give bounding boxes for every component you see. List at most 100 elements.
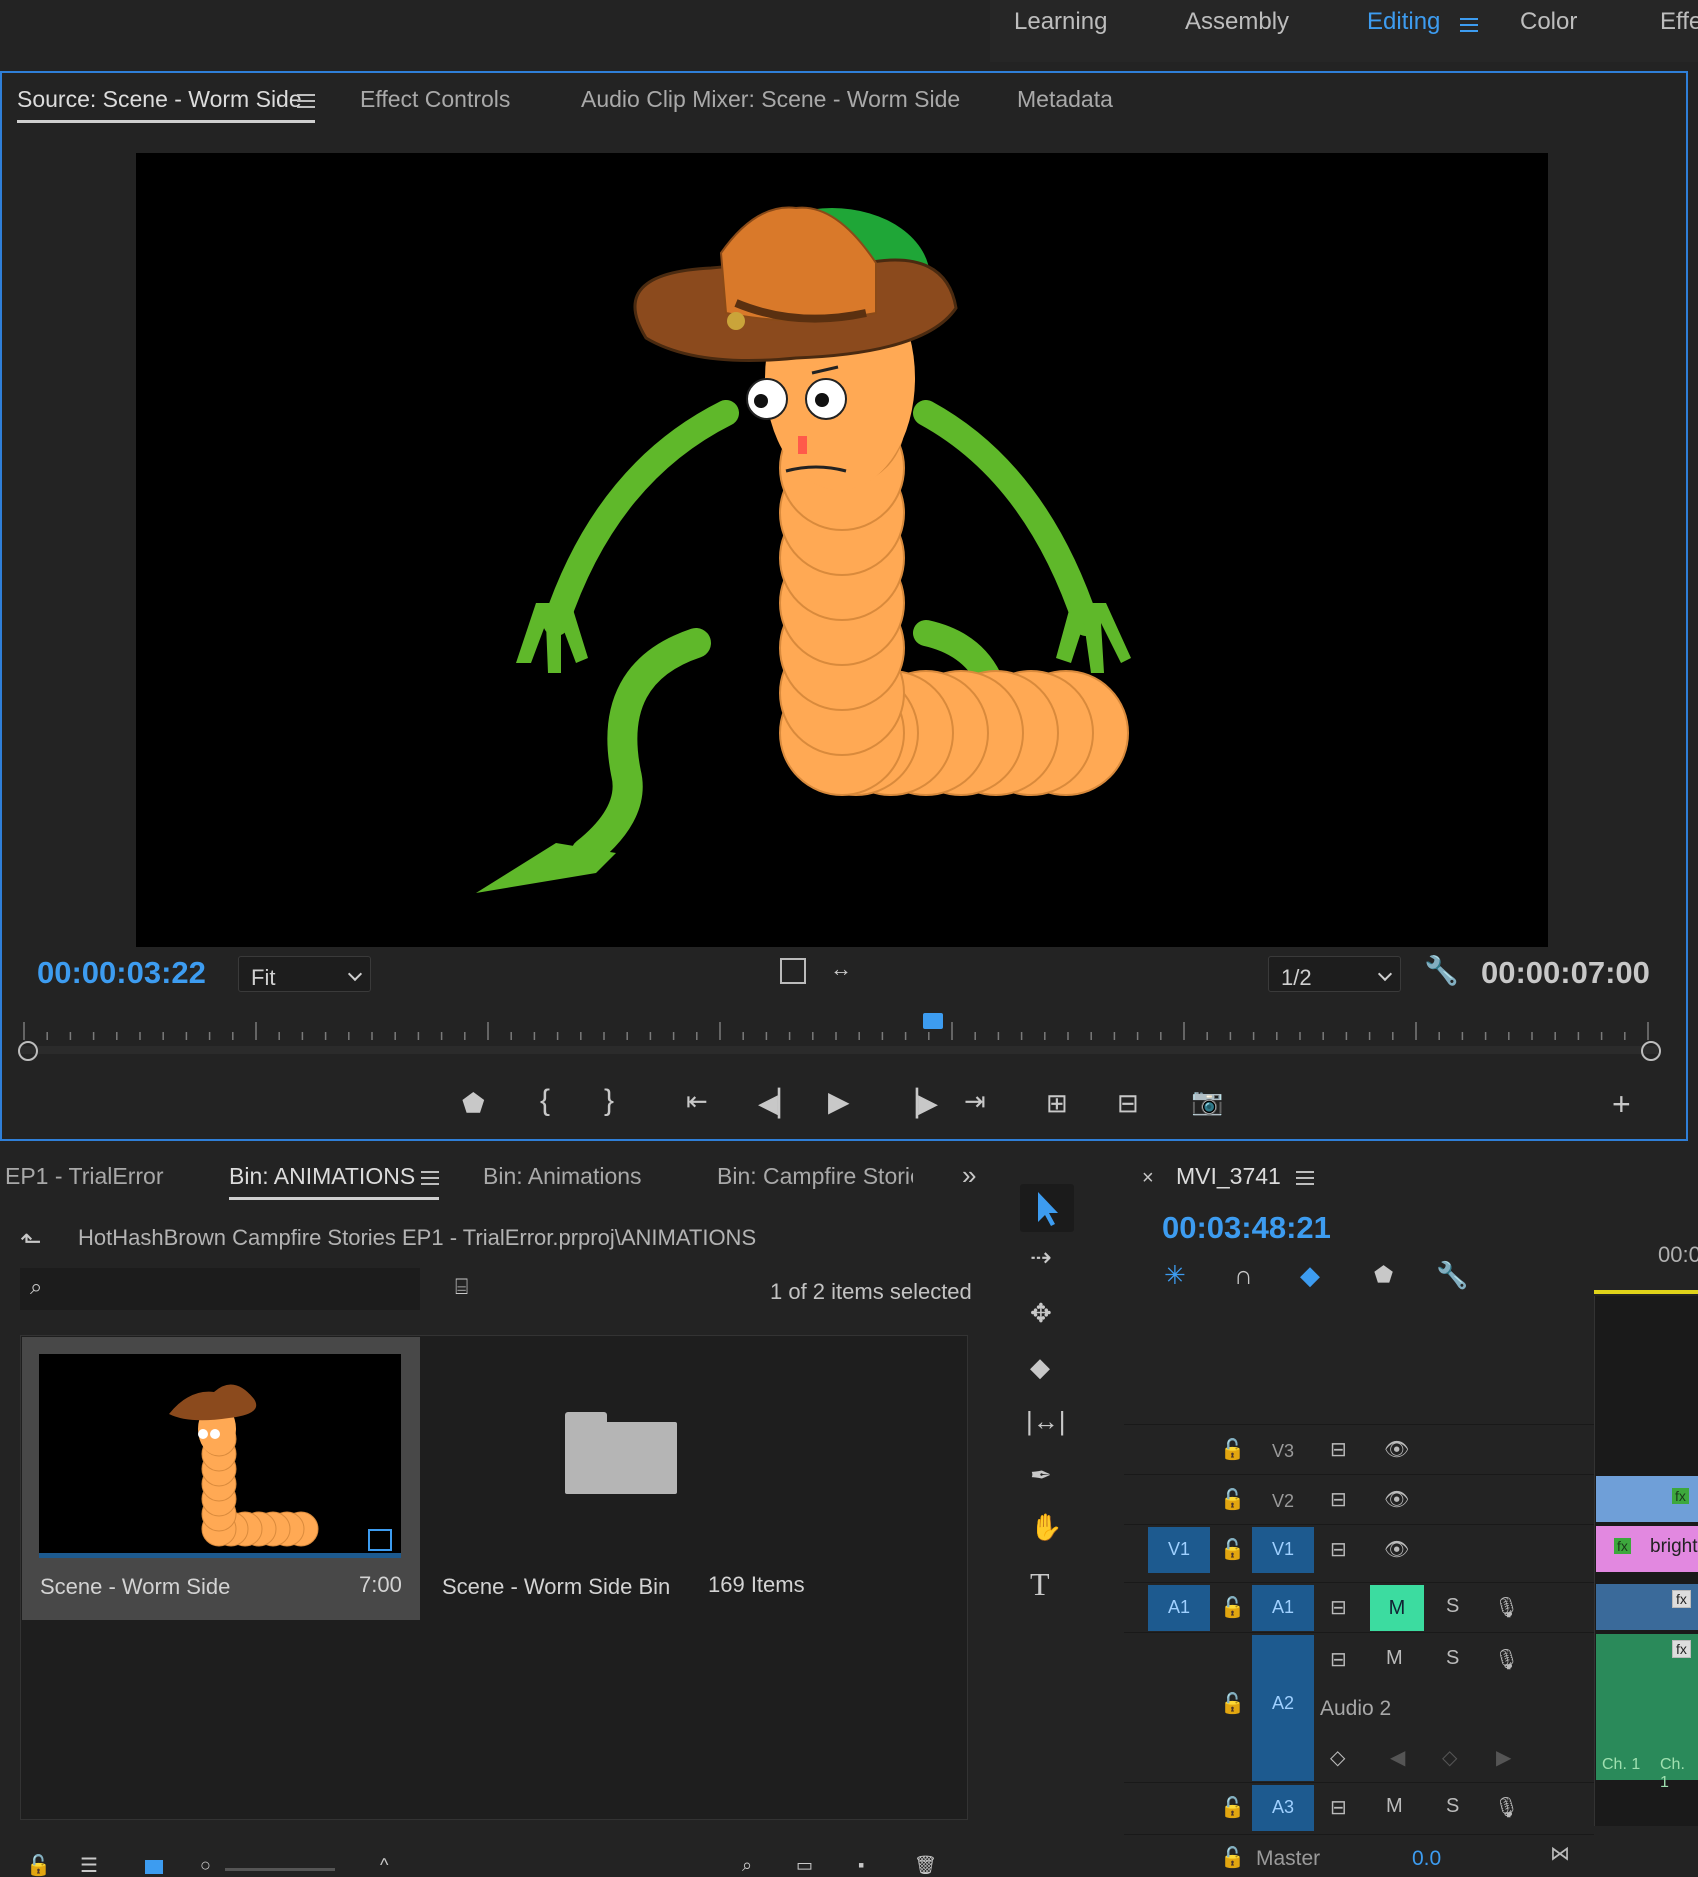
bin-item-folder[interactable]: Scene - Worm Side Bin 169 Items <box>424 1337 822 1620</box>
mute-button[interactable]: M <box>1386 1647 1403 1670</box>
track-label[interactable]: A1 <box>1252 1585 1314 1631</box>
sequence-tab[interactable]: MVI_3741 <box>1176 1163 1281 1190</box>
mark-out-icon[interactable]: } <box>604 1086 614 1116</box>
sync-lock-icon[interactable]: ⊟ <box>1330 1595 1347 1620</box>
workspace-tab-learning[interactable]: Learning <box>1014 8 1107 36</box>
tab-audio-clip-mixer[interactable]: Audio Clip Mixer: Scene - Worm Side <box>581 86 960 113</box>
next-keyframe-icon[interactable]: ▶ <box>1496 1745 1511 1770</box>
find-icon[interactable]: ⌕ <box>742 1856 752 1874</box>
search-input[interactable] <box>60 1274 414 1304</box>
add-button-icon[interactable]: + <box>1612 1088 1631 1120</box>
tab-metadata[interactable]: Metadata <box>1017 86 1113 113</box>
sync-lock-icon[interactable]: ⊟ <box>1330 1647 1347 1672</box>
bin-item-selected[interactable]: Scene - Worm Side 7:00 <box>22 1337 420 1620</box>
track-label[interactable]: A2 <box>1252 1635 1314 1781</box>
zoom-slider[interactable] <box>225 1868 335 1871</box>
play-icon[interactable]: ▶ <box>828 1088 850 1116</box>
mic-icon[interactable]: 🎙 <box>1494 1647 1519 1672</box>
list-view-icon[interactable]: ☰ <box>80 1856 98 1876</box>
lock-icon[interactable]: 🔓 <box>26 1856 51 1876</box>
workspace-tab-effects[interactable]: Effe <box>1660 8 1698 36</box>
zoom-handle-left[interactable] <box>18 1041 38 1061</box>
more-tabs-icon[interactable]: » <box>962 1162 976 1188</box>
nest-toggle-icon[interactable]: ✳ <box>1164 1262 1186 1288</box>
tab-project[interactable]: EP1 - TrialError <box>5 1163 163 1190</box>
eye-icon[interactable]: 👁 <box>1384 1487 1409 1512</box>
trash-icon[interactable]: 🗑 <box>914 1856 937 1874</box>
overwrite-icon[interactable]: ⊟ <box>1117 1090 1139 1116</box>
panel-menu-icon[interactable] <box>297 94 315 108</box>
wrench-settings-icon[interactable]: 🔧 <box>1436 1262 1468 1288</box>
mark-in-icon[interactable]: { <box>540 1086 550 1116</box>
search-field[interactable]: ⌕ <box>20 1268 420 1310</box>
add-keyframe-icon[interactable]: ◇ <box>1442 1745 1457 1770</box>
pen-tool-icon[interactable]: ✒ <box>1030 1462 1052 1488</box>
lock-icon[interactable]: 🔓 <box>1220 1795 1245 1820</box>
lock-icon[interactable]: 🔓 <box>1220 1487 1245 1512</box>
sort-icon[interactable]: ^ <box>380 1856 388 1874</box>
zoom-handle-right[interactable] <box>1641 1041 1661 1061</box>
mute-button[interactable]: M <box>1370 1585 1424 1631</box>
tab-bin-animations-active[interactable]: Bin: ANIMATIONS <box>229 1163 415 1190</box>
tab-source[interactable]: Source: Scene - Worm Side <box>17 86 302 113</box>
close-icon[interactable]: × <box>1142 1168 1154 1188</box>
step-back-icon[interactable]: ◀▏ <box>758 1090 798 1116</box>
solo-button[interactable]: S <box>1446 1795 1459 1818</box>
sync-lock-icon[interactable]: ⊟ <box>1330 1795 1347 1820</box>
sync-lock-icon[interactable]: ⊟ <box>1330 1487 1347 1512</box>
new-search-bin-icon[interactable]: ⌸ <box>455 1276 468 1298</box>
new-item-icon[interactable]: ▪ <box>858 1856 864 1874</box>
drag-video-only-icon[interactable]: ↔ <box>830 958 852 980</box>
panel-menu-icon[interactable] <box>421 1171 439 1185</box>
linked-selection-icon[interactable]: ◆ <box>1300 1262 1320 1288</box>
snap-icon[interactable]: ∩ <box>1234 1262 1253 1288</box>
selection-tool[interactable] <box>1020 1184 1074 1232</box>
clip-scrub-bar[interactable] <box>39 1553 401 1558</box>
source-patch-v1[interactable]: V1 <box>1148 1527 1210 1573</box>
workspace-menu-icon[interactable] <box>1460 18 1478 32</box>
workspace-tab-assembly[interactable]: Assembly <box>1185 8 1289 36</box>
export-frame-icon[interactable]: 📷 <box>1191 1088 1223 1114</box>
slip-tool-icon[interactable]: |↔| <box>1026 1408 1066 1434</box>
bin-up-icon[interactable]: ⬑ <box>20 1228 42 1254</box>
mute-button[interactable]: M <box>1386 1795 1403 1818</box>
clip-v2[interactable]: fx <box>1596 1476 1698 1522</box>
eye-icon[interactable]: 👁 <box>1384 1437 1409 1462</box>
playhead-marker[interactable] <box>923 1013 944 1029</box>
solo-button[interactable]: S <box>1446 1595 1459 1618</box>
lock-icon[interactable]: 🔓 <box>1220 1595 1245 1620</box>
workspace-tab-editing[interactable]: Editing <box>1367 8 1440 36</box>
razor-tool-icon[interactable]: ◆ <box>1030 1354 1050 1380</box>
source-time-ruler[interactable] <box>18 1010 1658 1060</box>
track-label[interactable]: V1 <box>1252 1527 1314 1573</box>
go-to-end-icon[interactable]: ⋈ <box>1550 1841 1570 1866</box>
safe-margins-icon[interactable] <box>780 958 806 984</box>
track-label[interactable]: A3 <box>1252 1785 1314 1831</box>
master-value[interactable]: 0.0 <box>1412 1847 1441 1871</box>
clip-a1[interactable]: fx <box>1596 1584 1698 1630</box>
go-to-out-icon[interactable]: ⇥ <box>964 1088 986 1114</box>
lock-icon[interactable]: 🔓 <box>1220 1437 1245 1462</box>
step-forward-icon[interactable]: ▕▶ <box>898 1090 938 1116</box>
tab-effect-controls[interactable]: Effect Controls <box>360 86 510 113</box>
add-marker-icon[interactable]: ⬟ <box>462 1090 485 1116</box>
eye-icon[interactable]: 👁 <box>1384 1537 1409 1562</box>
prev-keyframe-icon[interactable]: ◀ <box>1390 1745 1405 1770</box>
zoom-slider-icon[interactable]: ○ <box>200 1856 211 1874</box>
mic-icon[interactable]: 🎙 <box>1494 1595 1519 1620</box>
insert-icon[interactable]: ⊞ <box>1046 1090 1068 1116</box>
ripple-edit-tool-icon[interactable]: ✥ <box>1030 1300 1052 1326</box>
lock-icon[interactable]: 🔓 <box>1220 1691 1245 1716</box>
playback-resolution-select[interactable]: 1/2 <box>1268 956 1401 992</box>
timeline-timecode[interactable]: 00:03:48:21 <box>1162 1210 1331 1246</box>
add-marker-icon[interactable]: ⬟ <box>1374 1264 1393 1286</box>
panel-menu-icon[interactable] <box>1296 1171 1314 1185</box>
workspace-tab-color[interactable]: Color <box>1520 8 1577 36</box>
tab-bin-animations[interactable]: Bin: Animations <box>483 1163 642 1190</box>
clip-a2[interactable]: fx Ch. 1 Ch. 1 <box>1596 1634 1698 1791</box>
type-tool-icon[interactable]: T <box>1030 1568 1050 1600</box>
work-area-bar[interactable] <box>1594 1290 1698 1294</box>
wrench-settings-icon[interactable]: 🔧 <box>1424 957 1459 985</box>
icon-view-icon[interactable] <box>145 1860 163 1874</box>
source-patch-a1[interactable]: A1 <box>1148 1585 1210 1631</box>
